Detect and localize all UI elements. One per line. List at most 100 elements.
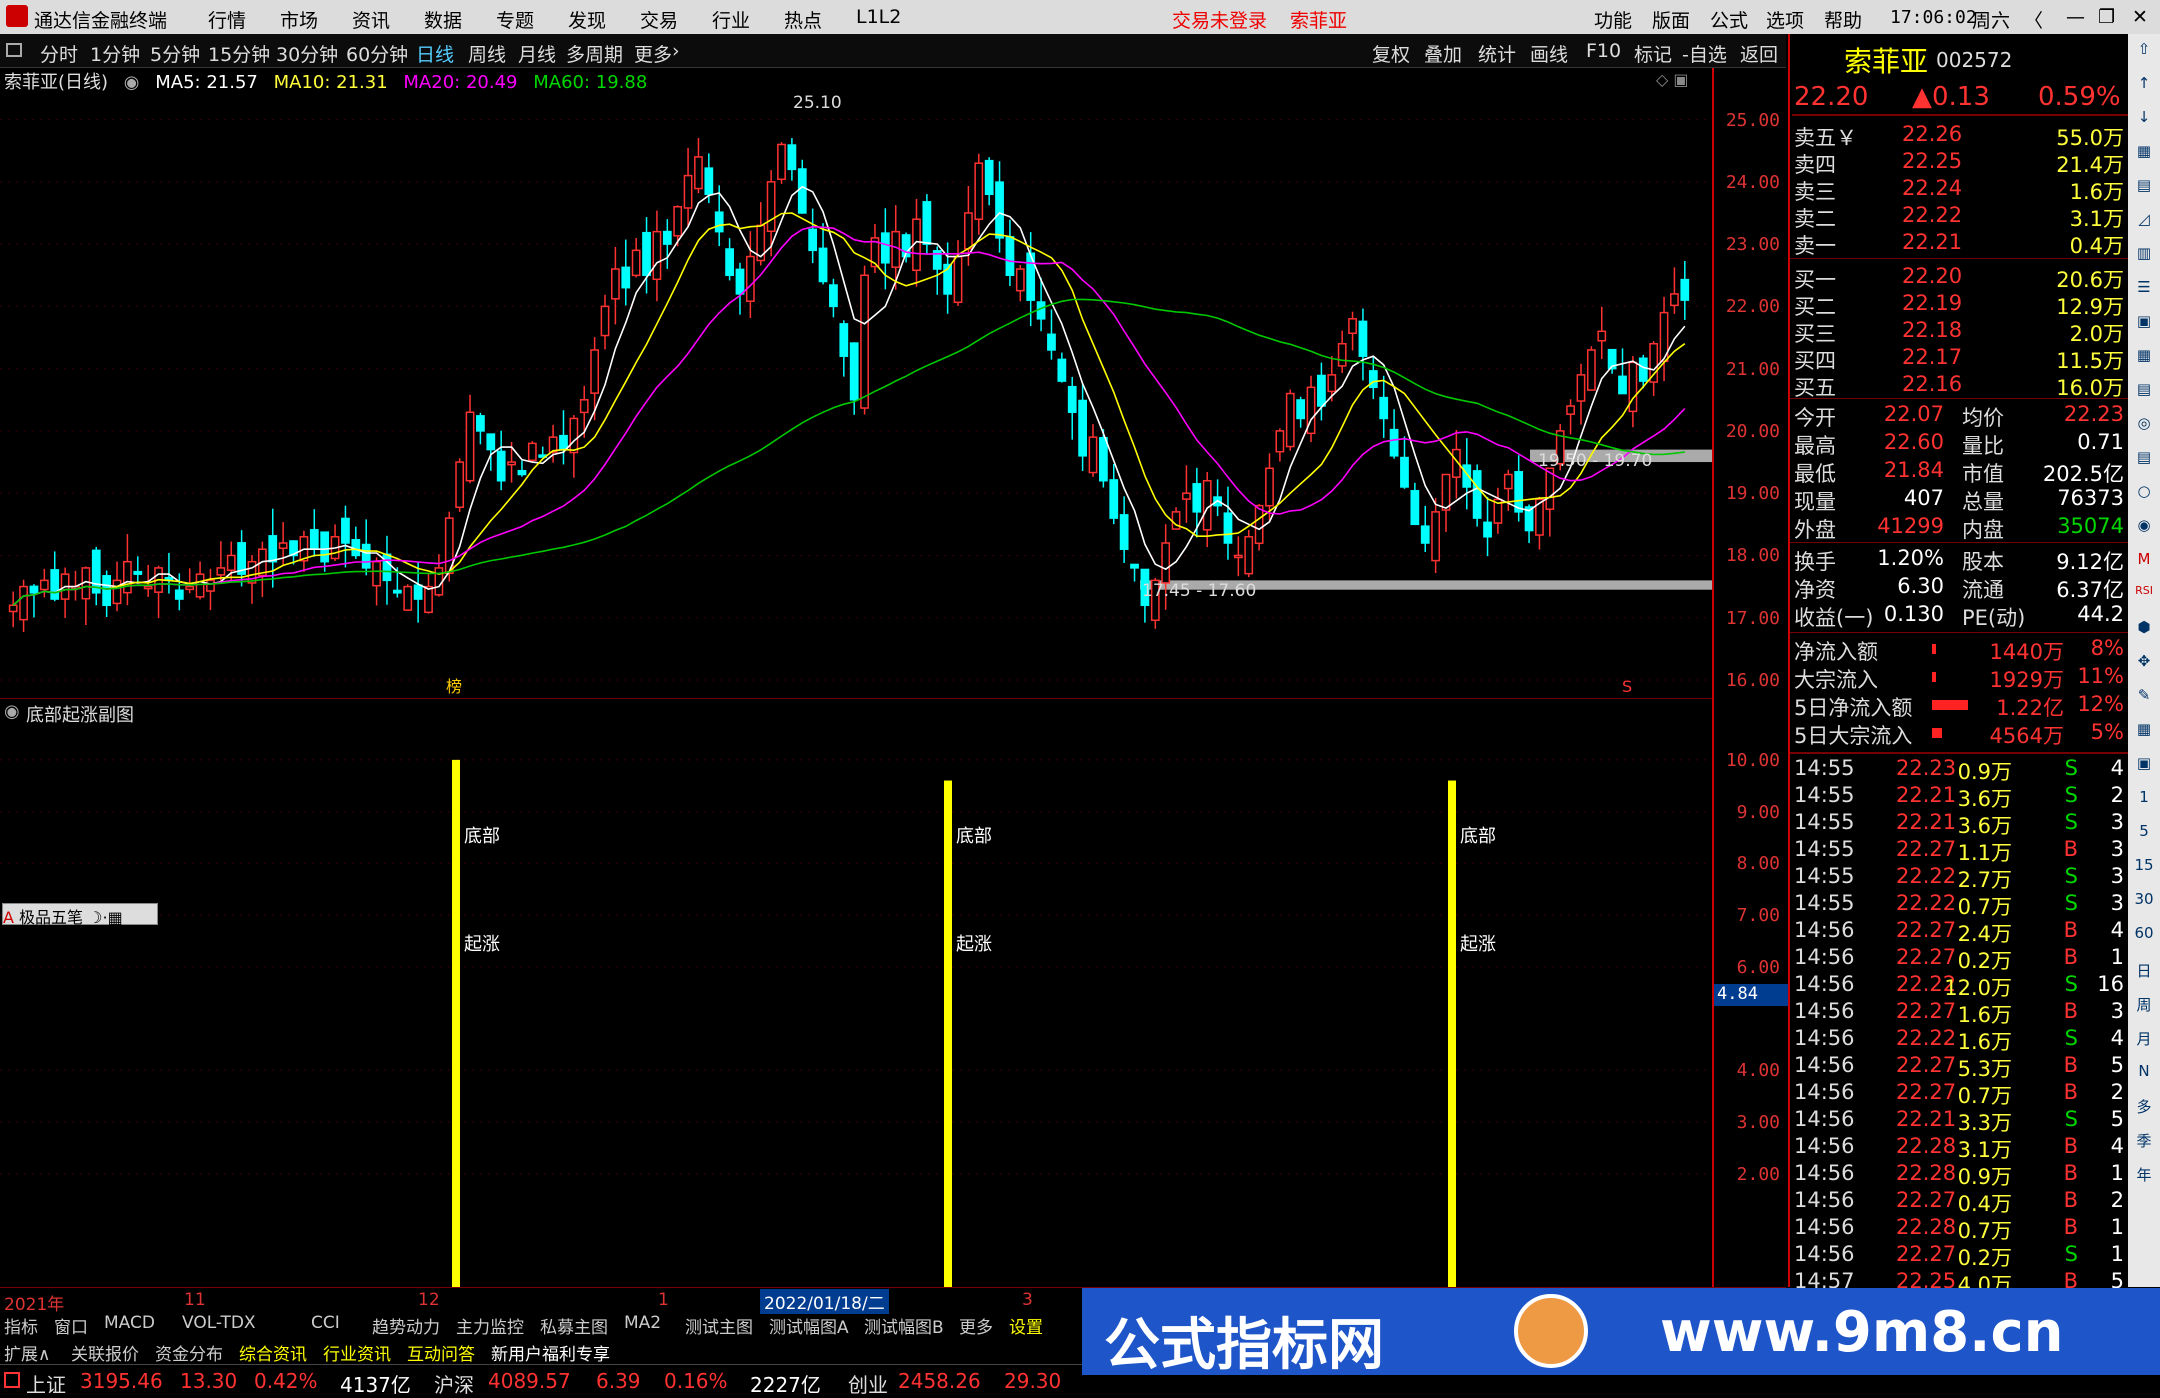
ma-icon[interactable]: M: [2132, 550, 2156, 574]
login-status[interactable]: 交易未登录: [1172, 6, 1267, 33]
indicator-tab[interactable]: 私募主图: [540, 1313, 608, 1338]
indicator-tab[interactable]: 主力监控: [456, 1313, 524, 1338]
calc-icon[interactable]: ▦: [2132, 720, 2156, 744]
tool-fanhui[interactable]: 返回: [1740, 40, 1778, 67]
menu-jiaoyi[interactable]: 交易: [640, 6, 678, 33]
menu-faxian[interactable]: 发现: [568, 6, 606, 33]
eye-icon[interactable]: ◉: [2132, 516, 2156, 540]
period-60-icon[interactable]: 60: [2132, 924, 2156, 948]
indicator-tab[interactable]: CCI: [311, 1313, 340, 1333]
period-monthly[interactable]: 月线: [518, 40, 556, 67]
extension-tab[interactable]: 扩展∧: [4, 1340, 50, 1365]
pen-icon[interactable]: ✎: [2132, 686, 2156, 710]
menu-xuanxiang[interactable]: 选项: [1766, 6, 1804, 33]
period-30-icon[interactable]: 30: [2132, 890, 2156, 914]
tool-diejia[interactable]: 叠加: [1424, 40, 1462, 67]
up-icon[interactable]: ↑: [2132, 74, 2156, 98]
indicator-tab[interactable]: 趋势动力: [372, 1313, 440, 1338]
period-quarter[interactable]: 季: [2132, 1130, 2156, 1154]
ime-a-icon[interactable]: A: [3, 908, 14, 927]
circle-icon[interactable]: ○: [2132, 482, 2156, 506]
menu-zixun[interactable]: 资讯: [352, 6, 390, 33]
ime-moon-icon[interactable]: ☽·▦: [88, 908, 123, 927]
up-arrow-icon[interactable]: ⇧: [2132, 40, 2156, 64]
extension-tab[interactable]: 新用户福利专享: [491, 1340, 610, 1365]
kline-chart[interactable]: 25.10 17.45 - 17.60 19.50 - 19.70 榜 S: [0, 94, 1712, 698]
table-icon[interactable]: ▦: [2132, 346, 2156, 370]
tool-biaoji[interactable]: 标记: [1634, 40, 1672, 67]
period-15-icon[interactable]: 15: [2132, 856, 2156, 880]
f10-icon[interactable]: ▣: [2132, 312, 2156, 336]
menu-gongshi[interactable]: 公式: [1710, 6, 1748, 33]
tool-fuquan[interactable]: 复权: [1372, 40, 1410, 67]
period-n[interactable]: N: [2132, 1062, 2156, 1086]
bars-icon[interactable]: ▤: [2132, 448, 2156, 472]
period-week[interactable]: 周: [2132, 994, 2156, 1018]
ma-toggle-icon[interactable]: ◉: [124, 72, 140, 93]
indicator-tab[interactable]: 窗口: [54, 1313, 88, 1338]
period-fenshi[interactable]: 分时: [40, 40, 78, 67]
period-weekly[interactable]: 周线: [468, 40, 506, 67]
extension-tab[interactable]: 资金分布: [155, 1340, 223, 1365]
close-icon[interactable]: ✕: [2132, 6, 2148, 28]
menu-l1l2[interactable]: L1L2: [856, 6, 901, 28]
minimize-icon[interactable]: —: [2066, 6, 2085, 28]
chevron-right-icon[interactable]: ›: [672, 40, 680, 62]
period-15min[interactable]: 15分钟: [208, 40, 270, 67]
doc-icon[interactable]: ▤: [2132, 380, 2156, 404]
indicator-tab[interactable]: 测试幅图A: [769, 1313, 849, 1338]
signal-chart[interactable]: 底部起涨 底部起涨 底部起涨: [0, 724, 1712, 1287]
ime-toolbar[interactable]: A 极品五笔 ☽·▦: [2, 903, 158, 927]
menu-gongneng[interactable]: 功能: [1594, 6, 1632, 33]
indicator-tab[interactable]: MACD: [104, 1313, 155, 1333]
hs-name[interactable]: 沪深: [434, 1369, 474, 1398]
period-more[interactable]: 更多: [634, 40, 672, 67]
extension-tab[interactable]: 综合资讯: [239, 1340, 307, 1365]
restore-icon[interactable]: ❐: [2098, 6, 2115, 28]
extension-tab[interactable]: 行业资讯: [323, 1340, 391, 1365]
menu-redian[interactable]: 热点: [784, 6, 822, 33]
period-day[interactable]: 日: [2132, 960, 2156, 984]
period-month[interactable]: 月: [2132, 1028, 2156, 1052]
period-30min[interactable]: 30分钟: [276, 40, 338, 67]
tool-zixuan[interactable]: -自选: [1682, 40, 1727, 67]
period-60min[interactable]: 60分钟: [346, 40, 408, 67]
down-icon[interactable]: ↓: [2132, 108, 2156, 132]
sub-toggle-icon[interactable]: ◉: [4, 701, 20, 722]
rsi-icon[interactable]: RSI: [2132, 584, 2156, 608]
sh-name[interactable]: 上证: [26, 1369, 66, 1398]
kline-icon[interactable]: ▥: [2132, 244, 2156, 268]
indicator-tab[interactable]: MA2: [624, 1313, 661, 1333]
toolbar-square-icon[interactable]: [6, 43, 22, 57]
tool-huaxian[interactable]: 画线: [1530, 40, 1568, 67]
grid-icon[interactable]: ▦: [2132, 142, 2156, 166]
back-icon[interactable]: 〈: [2024, 6, 2043, 33]
indicator-tab[interactable]: 指标: [4, 1313, 38, 1338]
indicator-tab[interactable]: VOL-TDX: [182, 1313, 256, 1333]
menu-banmian[interactable]: 版面: [1652, 6, 1690, 33]
period-multi[interactable]: 多周期: [566, 40, 623, 67]
tool-f10[interactable]: F10: [1586, 40, 1621, 62]
link-icon[interactable]: ◎: [2132, 414, 2156, 438]
menu-bangzhu[interactable]: 帮助: [1824, 6, 1862, 33]
chart-icon[interactable]: ▤: [2132, 176, 2156, 200]
period-1-icon[interactable]: 1: [2132, 788, 2156, 812]
indicator-tab[interactable]: 设置: [1009, 1313, 1043, 1338]
move-icon[interactable]: ✥: [2132, 652, 2156, 676]
menu-hangqing[interactable]: 行情: [208, 6, 246, 33]
indicator-tab[interactable]: 测试幅图B: [864, 1313, 944, 1338]
panel-icon[interactable]: ▣: [2132, 754, 2156, 778]
tool-tongji[interactable]: 统计: [1478, 40, 1516, 67]
period-daily[interactable]: 日线: [416, 40, 454, 67]
menu-zhuanti[interactable]: 专题: [496, 6, 534, 33]
cy-name[interactable]: 创业: [848, 1369, 888, 1398]
line-chart-icon[interactable]: ◿: [2132, 210, 2156, 234]
indicator-tab[interactable]: 测试主图: [685, 1313, 753, 1338]
menu-hangye[interactable]: 行业: [712, 6, 750, 33]
stock-icon[interactable]: ⬢: [2132, 618, 2156, 642]
indicator-tab[interactable]: 更多: [959, 1313, 993, 1338]
period-multi-side[interactable]: 多: [2132, 1096, 2156, 1120]
period-1min[interactable]: 1分钟: [90, 40, 140, 67]
menu-shichang[interactable]: 市场: [280, 6, 318, 33]
period-year[interactable]: 年: [2132, 1164, 2156, 1188]
